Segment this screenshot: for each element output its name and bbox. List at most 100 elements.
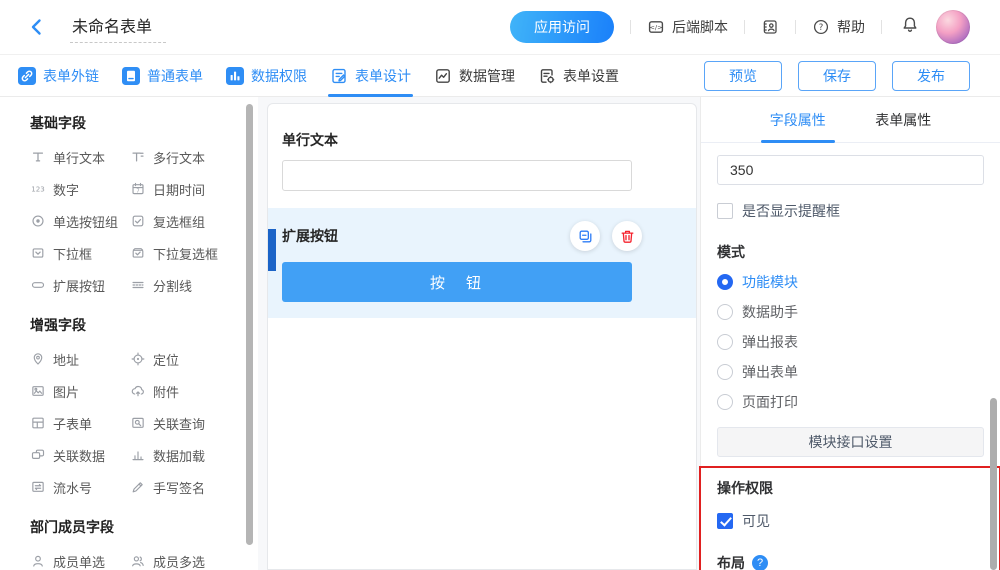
back-button[interactable]: [26, 16, 48, 38]
user-icon: [30, 553, 46, 569]
properties-panel: 字段属性 表单属性 是否显示提醒框 模式 功能模块 数据助手 弹出报表: [700, 97, 1000, 570]
trash-icon: [619, 228, 636, 245]
selected-block-header: 扩展按钮: [282, 221, 642, 251]
sidebar-item-data-load[interactable]: 数据加载: [130, 439, 258, 471]
form-canvas-card: 单行文本 扩展按钮 按 钮: [267, 103, 697, 570]
sidebar-item-linked-query[interactable]: 关联查询: [130, 407, 258, 439]
sidebar-item-dropdown[interactable]: 下拉框: [30, 237, 130, 269]
visible-checkbox[interactable]: [717, 513, 733, 529]
dropdown-icon: [30, 245, 46, 261]
sidebar-item-image[interactable]: 图片: [30, 375, 130, 407]
sidebar-item-single-line-text[interactable]: 单行文本: [30, 141, 130, 173]
number-icon: [30, 181, 46, 197]
sidebar-item-member-multi[interactable]: 成员多选: [130, 545, 258, 570]
form-settings-icon: [538, 67, 556, 85]
sidebar-item-member-single[interactable]: 成员单选: [30, 545, 130, 570]
bell-icon: [900, 15, 920, 35]
radio[interactable]: [717, 364, 733, 380]
notifications-button[interactable]: [900, 15, 920, 40]
chevron-left-icon: [27, 17, 47, 37]
map-pin-icon: [30, 351, 46, 367]
linked-rects-icon: [30, 447, 46, 463]
tab-form-properties[interactable]: 表单属性: [875, 97, 931, 142]
visible-checkbox-row[interactable]: 可见: [717, 511, 985, 531]
divider: [881, 20, 882, 34]
enhanced-fields-grid: 地址 定位 图片 附件 子表单 关联查询 关联数据 数据加载 流水号 手写签名: [30, 343, 258, 503]
extend-button-preview[interactable]: 按 钮: [282, 262, 632, 302]
form-nav-bar: 表单外链 普通表单 数据权限 表单设计 数据管理 表单设置 预览 保存 发布: [0, 55, 1000, 97]
sidebar-item-radio-group[interactable]: 单选按钮组: [30, 205, 130, 237]
radio[interactable]: [717, 304, 733, 320]
tab-label: 表单设计: [355, 66, 411, 86]
section-title-enhanced-fields: 增强字段: [30, 315, 258, 335]
dropdown-multi-icon: [130, 245, 146, 261]
mode-option-popup-report[interactable]: 弹出报表: [717, 331, 984, 352]
sidebar-scrollbar[interactable]: [246, 104, 253, 545]
save-button[interactable]: 保存: [798, 61, 876, 91]
radio[interactable]: [717, 334, 733, 350]
tab-data-permission[interactable]: 数据权限: [226, 55, 307, 97]
app-access-button[interactable]: 应用访问: [510, 11, 614, 43]
divider-lines-icon: [130, 277, 146, 293]
copy-button[interactable]: [570, 221, 600, 251]
sidebar-item-dropdown-multi[interactable]: 下拉复选框: [130, 237, 258, 269]
sidebar-item-extend-button[interactable]: 扩展按钮: [30, 269, 130, 301]
sidebar-item-multi-line-text[interactable]: 多行文本: [130, 141, 258, 173]
field-library-sidebar: 基础字段 单行文本 多行文本 数字 日期时间 单选按钮组 复选框组 下拉框 下拉…: [0, 97, 258, 570]
tab-normal-form[interactable]: 普通表单: [122, 55, 203, 97]
layout-title: 布局: [717, 553, 745, 570]
sidebar-item-checkbox-group[interactable]: 复选框组: [130, 205, 258, 237]
canvas-area: 单行文本 扩展按钮 按 钮: [258, 97, 697, 570]
publish-button[interactable]: 发布: [892, 61, 970, 91]
tab-form-design[interactable]: 表单设计: [330, 55, 411, 97]
tab-form-settings[interactable]: 表单设置: [538, 55, 619, 97]
chart-bars-icon: [130, 447, 146, 463]
sidebar-item-linked-data[interactable]: 关联数据: [30, 439, 130, 471]
sidebar-item-signature[interactable]: 手写签名: [130, 471, 258, 503]
mode-option-page-print[interactable]: 页面打印: [717, 391, 984, 412]
divider: [795, 20, 796, 34]
panel-scrollbar[interactable]: [990, 398, 997, 570]
visible-label: 可见: [742, 511, 770, 531]
layout-title-row: 布局 ?: [717, 553, 985, 570]
operation-permission-title: 操作权限: [717, 478, 985, 498]
radio-selected[interactable]: [717, 274, 733, 290]
block-action-icons: [570, 221, 642, 251]
sidebar-item-number[interactable]: 数字: [30, 173, 130, 205]
avatar[interactable]: [936, 10, 970, 44]
single-line-text-input[interactable]: [282, 160, 632, 191]
field-width-input[interactable]: [717, 155, 984, 185]
layout-help-icon[interactable]: ?: [752, 555, 768, 570]
tab-label: 数据管理: [459, 66, 515, 86]
selected-extend-button-block[interactable]: 扩展按钮 按 钮: [268, 208, 696, 318]
mode-option-popup-form[interactable]: 弹出表单: [717, 361, 984, 382]
contacts-button[interactable]: [761, 18, 779, 36]
reminder-checkbox-row[interactable]: 是否显示提醒框: [717, 201, 984, 221]
crosshair-icon: [130, 351, 146, 367]
help-button[interactable]: 帮助: [812, 17, 865, 37]
mode-option-data-assistant[interactable]: 数据助手: [717, 301, 984, 322]
document-icon: [122, 67, 140, 85]
sidebar-item-locate[interactable]: 定位: [130, 343, 258, 375]
sidebar-item-subform[interactable]: 子表单: [30, 407, 130, 439]
mode-option-function-module[interactable]: 功能模块: [717, 271, 984, 292]
sidebar-item-serial-number[interactable]: 流水号: [30, 471, 130, 503]
module-interface-settings-button[interactable]: 模块接口设置: [717, 427, 984, 457]
tab-label: 表单外链: [43, 66, 99, 86]
backend-script-button[interactable]: 后端脚本: [647, 17, 728, 37]
nav-action-buttons: 预览 保存 发布: [704, 61, 970, 91]
tab-form-external-link[interactable]: 表单外链: [18, 55, 99, 97]
app-header: 未命名表单 应用访问 后端脚本 帮助: [0, 0, 1000, 55]
tab-data-manage[interactable]: 数据管理: [434, 55, 515, 97]
preview-button[interactable]: 预览: [704, 61, 782, 91]
sidebar-item-datetime[interactable]: 日期时间: [130, 173, 258, 205]
backend-script-label: 后端脚本: [672, 17, 728, 37]
reminder-checkbox[interactable]: [717, 203, 733, 219]
tab-field-properties[interactable]: 字段属性: [770, 97, 826, 142]
sidebar-item-attachment[interactable]: 附件: [130, 375, 258, 407]
sidebar-item-divider[interactable]: 分割线: [130, 269, 258, 301]
delete-button[interactable]: [612, 221, 642, 251]
sidebar-item-address[interactable]: 地址: [30, 343, 130, 375]
radio[interactable]: [717, 394, 733, 410]
form-title[interactable]: 未命名表单: [70, 11, 166, 43]
